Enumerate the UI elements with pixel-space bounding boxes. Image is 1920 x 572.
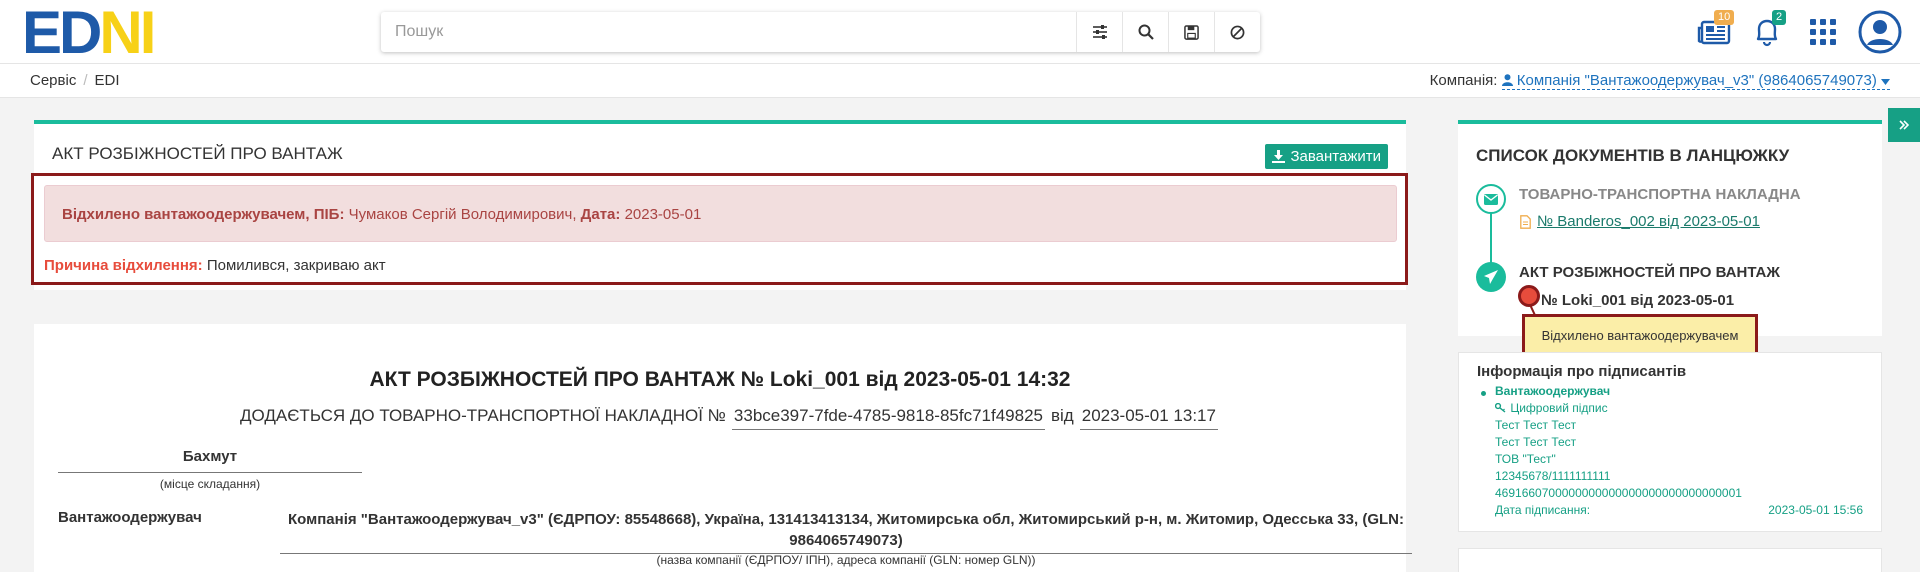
signer-line: Тест Тест Тест (1495, 418, 1577, 432)
caret-down-icon (1881, 79, 1890, 85)
sign-date-value: 2023-05-01 15:56 (1768, 503, 1863, 517)
reason-label: Причина відхилення: (44, 257, 203, 274)
news-count-badge: 10 (1714, 10, 1735, 25)
rejection-alert: Відхилено вантажоодержувачем, ПІБ: Чумак… (44, 185, 1397, 242)
alert-date-label: Дата: (580, 206, 621, 223)
clear-icon (1230, 25, 1245, 39)
alert-status-label: Відхилено вантажоодержувачем, ПІБ: (62, 206, 345, 223)
digital-signature: Цифровий підпис (1494, 401, 1608, 415)
search-button[interactable] (1122, 12, 1168, 52)
notifications-count-badge: 2 (1772, 10, 1787, 25)
waybill-mid: від (1051, 406, 1074, 425)
breadcrumb-item-service[interactable]: Сервіс (30, 72, 76, 89)
signer-line: 12345678/1111111111 (1495, 469, 1611, 483)
search-input[interactable] (381, 13, 1076, 51)
breadcrumb: Сервіс / EDI (30, 72, 120, 89)
place-caption: (місце складання) (159, 477, 261, 491)
reason-value: Помилився, закриваю акт (206, 257, 386, 274)
key-icon (1494, 402, 1506, 413)
download-label: Завантажити (1290, 148, 1381, 165)
download-icon (1272, 150, 1286, 163)
collapse-sidebar-button[interactable] (1888, 108, 1920, 142)
document-title: АКТ РОЗБІЖНОСТЕЙ ПРО ВАНТАЖ № Loki_001 в… (369, 368, 1071, 391)
panel-title: АКТ РОЗБІЖНОСТЕЙ ПРО ВАНТАЖ (52, 144, 343, 163)
place-value: Бахмут (58, 448, 362, 473)
company-dropdown[interactable]: Компанія "Вантажоодержувач_v3" (98640657… (1501, 72, 1890, 90)
signers-title: Інформація про підписантів (1477, 363, 1687, 380)
news-button[interactable]: 10 (1694, 10, 1735, 52)
company-name: Компанія "Вантажоодержувач_v3" (98640657… (1516, 72, 1877, 89)
signer-line: Тест Тест Тест (1495, 435, 1577, 449)
file-icon (1520, 214, 1531, 229)
chain-item-1-link[interactable]: № Banderos_002 від 2023-05-01 (1520, 213, 1760, 230)
logo-text-right: NI (99, 0, 156, 66)
waybill-prefix: ДОДАЄТЬСЯ ДО ТОВАРНО-ТРАНСПОРТНОЇ НАКЛАД… (240, 406, 726, 425)
company-label: Компанія: (1429, 72, 1498, 89)
chain-item-1-marker (1476, 184, 1506, 214)
envelope-icon (1484, 193, 1498, 205)
signer-line: ТОВ "Тест" (1495, 452, 1556, 466)
recipient-label: Вантажоодержувач (58, 509, 202, 526)
sign-date-label: Дата підписання: (1495, 503, 1591, 517)
chain-item-1-title: ТОВАРНО-ТРАНСПОРТНА НАКЛАДНА (1519, 186, 1801, 203)
chain-item-1-link-text: № Banderos_002 від 2023-05-01 (1537, 213, 1760, 230)
signer-bullet (1481, 391, 1486, 396)
company-selector: Компанія: Компанія "Вантажоодержувач_v3"… (1429, 72, 1890, 90)
waybill-id: 33bce397-7fde-4785-9818-85fc71f49825 (731, 406, 1045, 430)
edin-logo[interactable]: ED NI (22, 0, 156, 66)
user-profile-button[interactable] (1858, 10, 1902, 54)
alert-person: Чумаков Сергій Володимирович, (348, 206, 577, 223)
breadcrumb-item-edi[interactable]: EDI (95, 72, 120, 89)
document-body: АКТ РОЗБІЖНОСТЕЙ ПРО ВАНТАЖ № Loki_001 в… (34, 324, 1412, 572)
rejection-reason: Причина відхилення: Помилився, закриваю … (44, 257, 386, 274)
top-header: EDNI 10 2 (0, 0, 1920, 64)
signer-line: 4691660700000000000000000000000000001 (1495, 486, 1742, 500)
waybill-reference: ДОДАЄТЬСЯ ДО ТОВАРНО-ТРАНСПОРТНОЇ НАКЛАД… (240, 406, 1218, 430)
chain-item-2-number[interactable]: № Loki_001 від 2023-05-01 (1541, 292, 1734, 309)
breadcrumb-separator: / (83, 72, 88, 89)
signature-label: Цифровий підпис (1510, 401, 1608, 415)
apps-grid-icon (1810, 19, 1836, 45)
double-chevron-right-icon (1899, 120, 1909, 130)
search-bar (381, 12, 1260, 52)
breadcrumb-bar: Сервіс / EDI Компанія: Компанія "Вантажоод… (0, 64, 1920, 98)
next-panel (1458, 548, 1882, 572)
save-icon (1184, 24, 1199, 40)
chain-title: СПИСОК ДОКУМЕНТІВ В ЛАНЦЮЖКУ (1476, 146, 1790, 165)
chain-item-2-marker (1476, 262, 1506, 292)
paper-plane-icon (1484, 270, 1498, 284)
chain-item-2-title: АКТ РОЗБІЖНОСТЕЙ ПРО ВАНТАЖ (1519, 264, 1780, 281)
signers-panel: Інформація про підписантів Вантажоодержу… (1458, 352, 1882, 532)
signer-role: Вантажоодержувач (1495, 384, 1611, 398)
user-icon (1501, 74, 1513, 86)
alert-date: 2023-05-01 (624, 206, 702, 223)
avatar-icon (1858, 10, 1902, 54)
search-icon (1138, 24, 1154, 40)
apps-menu-button[interactable] (1806, 12, 1840, 52)
filter-button[interactable] (1076, 12, 1122, 52)
sliders-icon (1092, 25, 1107, 39)
recipient-caption: (назва компанії (ЄДРПОУ/ ІПН), адреса ко… (656, 553, 1036, 567)
save-search-button[interactable] (1168, 12, 1214, 52)
clear-search-button[interactable] (1214, 12, 1260, 52)
notifications-button[interactable]: 2 (1750, 10, 1787, 52)
waybill-date: 2023-05-01 13:17 (1079, 406, 1218, 430)
logo-text-left: ED (22, 0, 102, 66)
recipient-value: Компанія "Вантажоодержувач_v3" (ЄДРПОУ: … (280, 509, 1412, 554)
download-button[interactable]: Завантажити (1265, 144, 1388, 169)
status-tooltip: Відхилено вантажоодержувачем (1522, 314, 1758, 356)
